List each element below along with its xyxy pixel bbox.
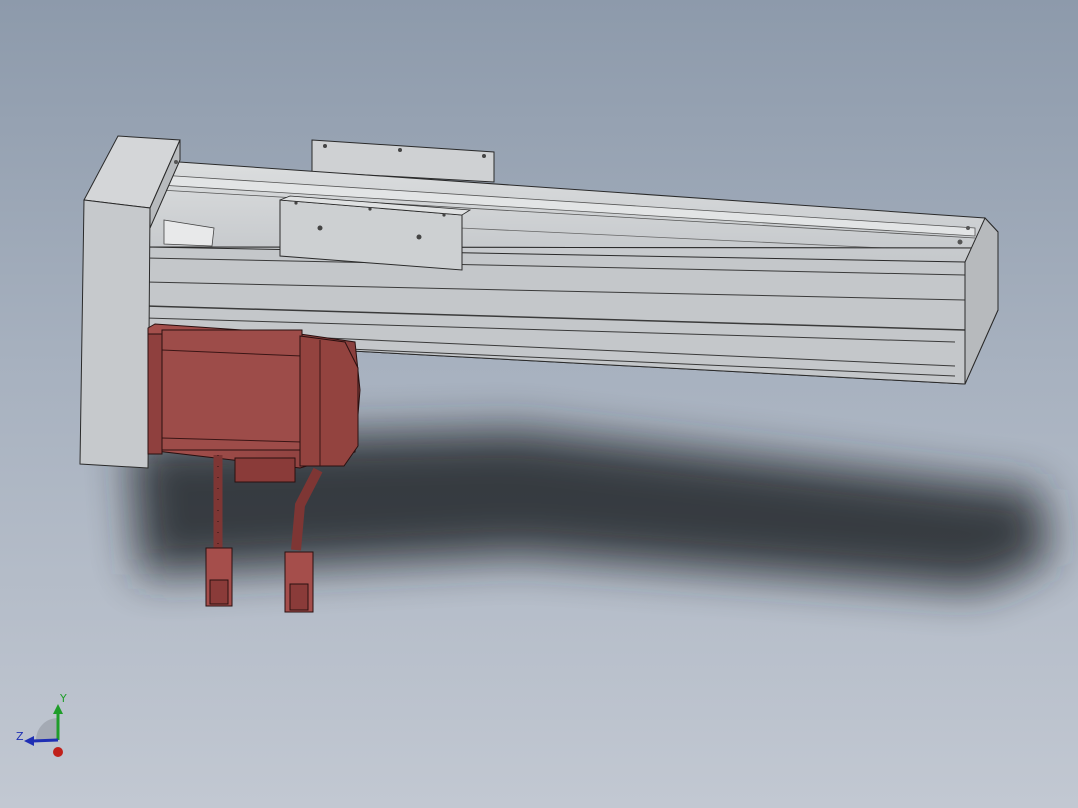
graphics-viewport[interactable]: Y Z: [0, 0, 1078, 808]
triad-y-label: Y: [59, 692, 67, 705]
connector-left: [205, 547, 233, 607]
triad-z-label: Z: [16, 730, 24, 743]
connector-right: [284, 551, 314, 613]
coordinate-triad-icon[interactable]: Y Z: [16, 692, 67, 757]
cad-model-view[interactable]: Y Z: [0, 0, 1078, 808]
